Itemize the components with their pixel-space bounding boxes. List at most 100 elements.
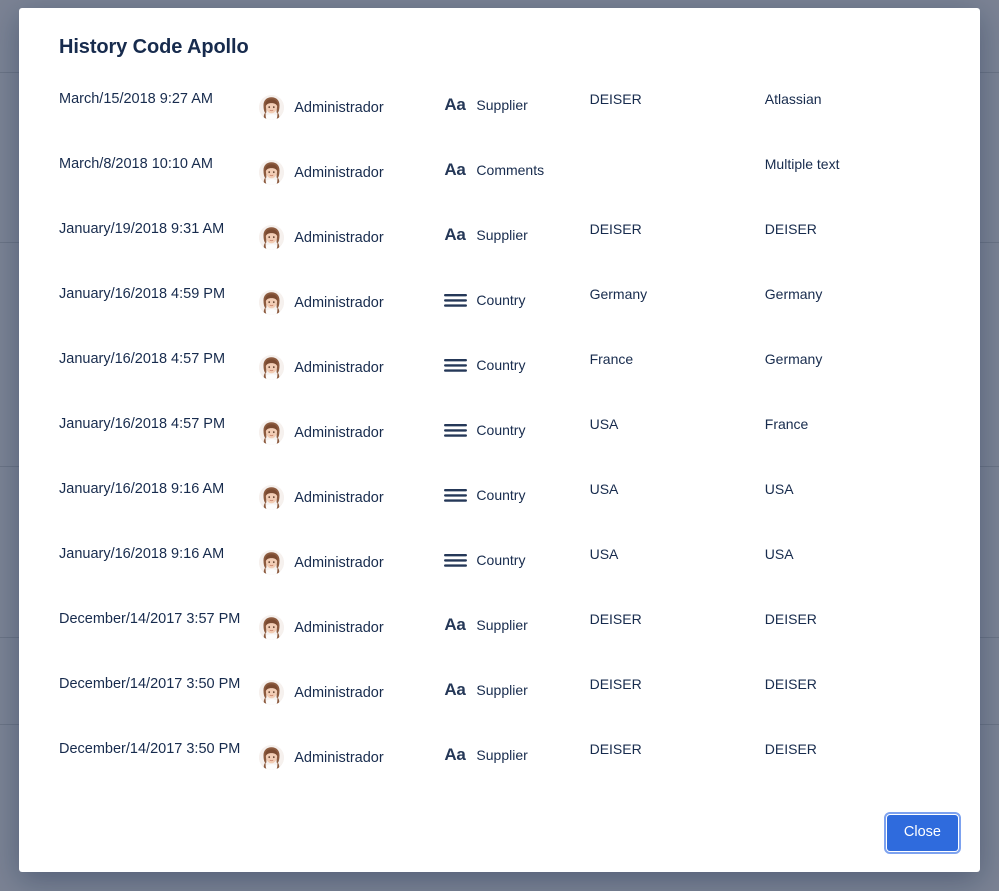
history-field-name: Supplier bbox=[476, 747, 528, 763]
close-button[interactable]: Close bbox=[883, 812, 962, 854]
history-date-cell: January/19/2018 9:31 AM bbox=[59, 212, 259, 277]
history-date: January/16/2018 9:16 AM bbox=[59, 481, 225, 497]
history-user-name: Administrador bbox=[294, 229, 384, 246]
history-field-name: Supplier bbox=[476, 97, 528, 113]
list-icon bbox=[444, 423, 468, 437]
history-user-name: Administrador bbox=[294, 749, 384, 766]
text-format-icon: Aa bbox=[444, 160, 466, 179]
history-old-value-cell: DEISER bbox=[590, 82, 765, 147]
table-row: December/14/2017 3:50 PM Administrador Aa S… bbox=[59, 732, 940, 797]
history-date-cell: December/14/2017 3:50 PM bbox=[59, 667, 259, 732]
list-icon bbox=[444, 358, 468, 372]
history-field-cell: Country bbox=[444, 277, 589, 342]
text-format-icon: Aa bbox=[444, 680, 466, 699]
modal-header: History Code Apollo bbox=[19, 8, 980, 82]
history-field-cell: Country bbox=[444, 342, 589, 407]
history-user-cell: Administrador bbox=[259, 82, 444, 147]
history-field-name: Country bbox=[476, 487, 526, 503]
history-date: January/16/2018 4:57 PM bbox=[59, 351, 226, 367]
history-new-value: France bbox=[764, 416, 809, 432]
history-field-cell: Country bbox=[444, 407, 589, 472]
history-new-value-cell: USA bbox=[765, 537, 940, 602]
history-user-cell: Administrador bbox=[259, 732, 444, 797]
history-user-cell: Administrador bbox=[259, 212, 444, 277]
history-new-value: Atlassian bbox=[764, 91, 822, 107]
history-date-cell: January/16/2018 9:16 AM bbox=[59, 537, 259, 602]
history-old-value: Germany bbox=[589, 286, 648, 302]
history-old-value: DEISER bbox=[589, 741, 642, 757]
history-date: March/15/2018 9:27 AM bbox=[59, 91, 213, 107]
history-new-value: DEISER bbox=[764, 611, 817, 627]
history-date-cell: December/14/2017 3:50 PM bbox=[59, 732, 259, 797]
avatar bbox=[259, 615, 285, 640]
history-new-value-cell: USA bbox=[765, 472, 940, 537]
history-user-name: Administrador bbox=[294, 554, 384, 571]
history-old-value: USA bbox=[589, 416, 619, 432]
avatar bbox=[259, 290, 285, 315]
history-old-value-cell: DEISER bbox=[590, 212, 765, 277]
history-user-name: Administrador bbox=[294, 489, 384, 506]
history-old-value: DEISER bbox=[589, 676, 642, 692]
history-old-value: France bbox=[589, 351, 634, 367]
history-date-cell: March/15/2018 9:27 AM bbox=[59, 82, 259, 147]
history-user-cell: Administrador bbox=[259, 407, 444, 472]
history-field-cell: Country bbox=[444, 472, 589, 537]
history-user-cell: Administrador bbox=[259, 277, 444, 342]
history-date: January/16/2018 9:16 AM bbox=[59, 546, 225, 562]
history-date-cell: January/16/2018 4:57 PM bbox=[59, 407, 259, 472]
table-row: January/19/2018 9:31 AM Administrador Aa Su… bbox=[59, 212, 940, 277]
avatar bbox=[259, 355, 285, 380]
table-row: March/8/2018 10:10 AM Administrador Aa Comm… bbox=[59, 147, 940, 212]
history-field-name: Country bbox=[476, 552, 526, 568]
history-old-value: USA bbox=[589, 546, 619, 562]
history-old-value-cell: USA bbox=[590, 537, 765, 602]
avatar bbox=[259, 160, 285, 185]
history-new-value-cell: DEISER bbox=[765, 212, 940, 277]
history-date: January/16/2018 4:57 PM bbox=[59, 416, 226, 432]
history-new-value-cell: Atlassian bbox=[765, 82, 940, 147]
list-icon bbox=[444, 293, 468, 307]
avatar bbox=[259, 420, 285, 445]
history-user-cell: Administrador bbox=[259, 472, 444, 537]
history-date-cell: March/8/2018 10:10 AM bbox=[59, 147, 259, 212]
history-date: December/14/2017 3:50 PM bbox=[59, 676, 241, 692]
history-new-value: USA bbox=[764, 546, 794, 562]
modal-footer: Close bbox=[19, 794, 980, 872]
history-new-value-cell: DEISER bbox=[765, 602, 940, 667]
history-old-value-cell: Germany bbox=[590, 277, 765, 342]
history-date-cell: January/16/2018 4:59 PM bbox=[59, 277, 259, 342]
avatar bbox=[259, 745, 285, 770]
history-user-name: Administrador bbox=[294, 294, 384, 311]
history-user-name: Administrador bbox=[294, 359, 384, 376]
avatar bbox=[259, 550, 285, 575]
history-user-cell: Administrador bbox=[259, 342, 444, 407]
history-new-value-cell: France bbox=[765, 407, 940, 472]
history-old-value-cell: USA bbox=[590, 472, 765, 537]
history-field-name: Country bbox=[476, 357, 526, 373]
history-field-cell: Aa Supplier bbox=[444, 82, 589, 147]
history-old-value: DEISER bbox=[589, 611, 642, 627]
history-field-name: Country bbox=[476, 422, 526, 438]
history-new-value-cell: Germany bbox=[765, 277, 940, 342]
history-field-name: Supplier bbox=[476, 617, 528, 633]
history-user-name: Administrador bbox=[294, 424, 384, 441]
history-user-cell: Administrador bbox=[259, 537, 444, 602]
history-user-cell: Administrador bbox=[259, 602, 444, 667]
history-old-value-cell: France bbox=[590, 342, 765, 407]
table-row: January/16/2018 9:16 AM Administrador Coun… bbox=[59, 472, 940, 537]
history-table: March/15/2018 9:27 AM Administrador Aa Supp… bbox=[59, 82, 940, 797]
history-date-cell: January/16/2018 4:57 PM bbox=[59, 342, 259, 407]
history-date: March/8/2018 10:10 AM bbox=[59, 156, 213, 172]
history-new-value-cell: DEISER bbox=[765, 732, 940, 797]
history-old-value-cell: DEISER bbox=[590, 667, 765, 732]
avatar bbox=[259, 485, 285, 510]
table-row: December/14/2017 3:57 PM Administrador Aa S… bbox=[59, 602, 940, 667]
history-date-cell: January/16/2018 9:16 AM bbox=[59, 472, 259, 537]
history-user-name: Administrador bbox=[294, 164, 384, 181]
text-format-icon: Aa bbox=[444, 745, 466, 764]
history-old-value-cell: DEISER bbox=[590, 732, 765, 797]
text-format-icon: Aa bbox=[444, 95, 466, 114]
history-field-name: Country bbox=[476, 292, 526, 308]
text-format-icon: Aa bbox=[444, 225, 466, 244]
history-field-cell: Aa Comments bbox=[444, 147, 589, 212]
